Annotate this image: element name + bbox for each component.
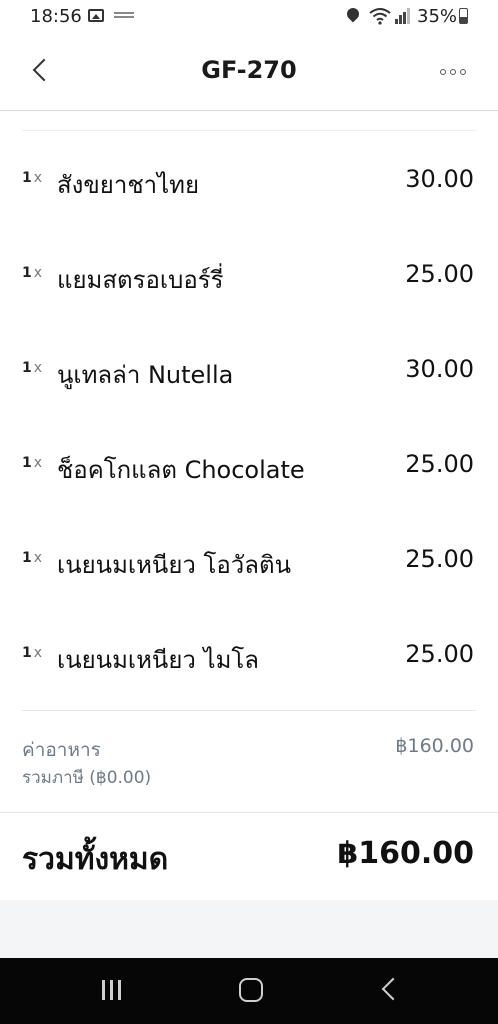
item-qty: 1 [22, 170, 32, 186]
battery-icon [459, 8, 468, 24]
item-qty: 1 [22, 550, 32, 566]
order-item: 1x ช็อคโกแลต Chocolate 25.00 [0, 445, 498, 505]
item-qty: 1 [22, 265, 32, 281]
location-icon [344, 5, 362, 23]
gallery-icon [88, 9, 104, 22]
order-item: 1x นูเทลล่า Nutella 30.00 [0, 350, 498, 410]
qty-x: x [33, 455, 43, 471]
home-icon[interactable] [239, 978, 263, 1002]
system-nav-bar [0, 958, 498, 1024]
qty-x: x [33, 265, 43, 281]
food-cost-label: ค่าอาหาร [22, 739, 101, 761]
total-label: รวมทั้งหมด [22, 842, 169, 877]
item-name: ช็อคโกแลต Chocolate [57, 456, 305, 484]
divider [22, 130, 476, 131]
order-item: 1x เนยนมเหนียว ไมโล 25.00 [0, 635, 498, 695]
food-cost-amount: ฿160.00 [395, 735, 474, 757]
item-qty: 1 [22, 455, 32, 471]
item-name: สังขยาชาไทย [57, 171, 200, 199]
total-amount: ฿160.00 [337, 836, 474, 871]
order-item: 1x แยมสตรอเบอร์รี่ 25.00 [0, 255, 498, 315]
tax-label: รวมภาษี (฿0.00) [22, 768, 152, 788]
qty-x: x [33, 550, 43, 566]
signal-icon [395, 8, 411, 24]
item-name: เนยนมเหนียว ไมโล [57, 646, 259, 674]
qty-x: x [33, 170, 43, 186]
item-name: แยมสตรอเบอร์รี่ [57, 266, 224, 294]
page-title: GF-270 [201, 56, 297, 84]
more-options-icon [440, 69, 446, 75]
wifi-icon [369, 8, 391, 25]
footer-spacer [0, 900, 498, 958]
status-time: 18:56 [30, 6, 82, 27]
item-name: เนยนมเหนียว โอวัลติน [57, 551, 291, 579]
status-bar: 18:56 35% [0, 0, 498, 34]
order-item: 1x สังขยาชาไทย 30.00 [0, 160, 498, 220]
recents-icon[interactable] [100, 980, 126, 1002]
item-qty: 1 [22, 645, 32, 661]
item-name: นูเทลล่า Nutella [57, 361, 234, 389]
more-options-button[interactable] [440, 62, 480, 82]
item-price: 30.00 [405, 165, 474, 193]
item-price: 25.00 [405, 450, 474, 478]
item-price: 30.00 [405, 355, 474, 383]
app-header: GF-270 [0, 34, 498, 111]
item-price: 25.00 [405, 640, 474, 668]
divider [0, 812, 498, 813]
divider [22, 710, 476, 711]
qty-x: x [33, 360, 43, 376]
qty-x: x [33, 645, 43, 661]
item-price: 25.00 [405, 260, 474, 288]
battery-percent: 35% [417, 6, 458, 27]
app-notification-icon [114, 10, 134, 20]
item-qty: 1 [22, 360, 32, 376]
order-item: 1x เนยนมเหนียว โอวัลติน 25.00 [0, 540, 498, 600]
item-price: 25.00 [405, 545, 474, 573]
back-icon[interactable] [381, 977, 405, 1001]
